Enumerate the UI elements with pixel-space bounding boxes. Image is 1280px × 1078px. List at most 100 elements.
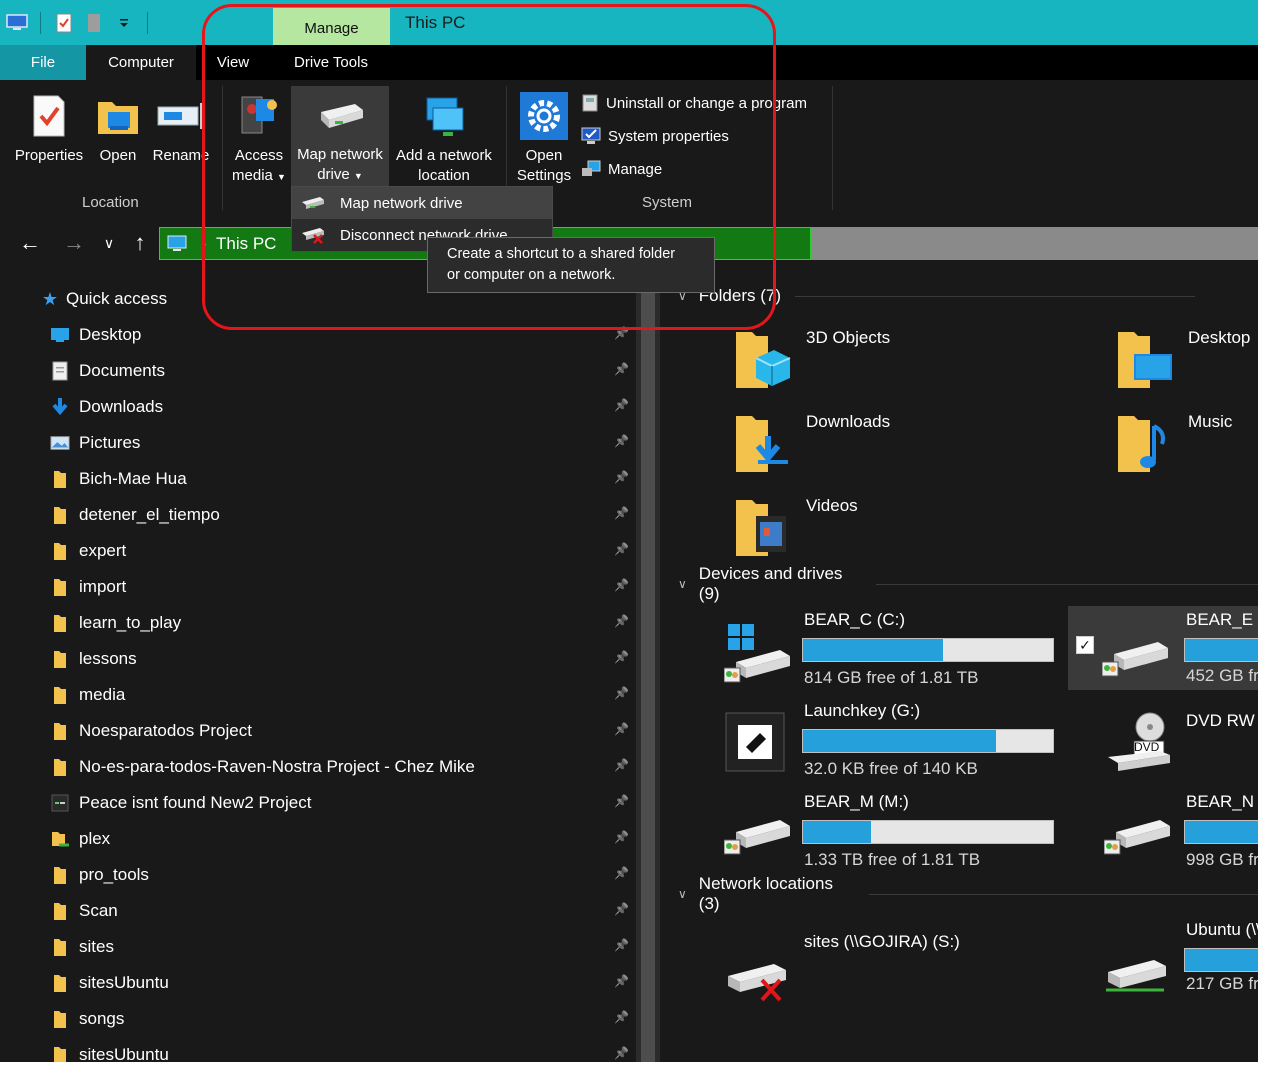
tab-file[interactable]: File xyxy=(0,45,86,80)
drive-bear-n[interactable]: BEAR_N (N 998 GB fr xyxy=(1104,792,1262,876)
drive-launchkey[interactable]: Launchkey (G:) 32.0 KB free of 140 KB xyxy=(724,701,1064,785)
tree-item[interactable]: songs xyxy=(50,1004,124,1034)
tree-item[interactable]: Peace isnt found New2 Project xyxy=(50,788,311,818)
folder-downloads[interactable]: Downloads xyxy=(734,412,890,474)
tree-item[interactable]: No-es-para-todos-Raven-Nostra Project - … xyxy=(50,752,475,782)
manage-context-tab[interactable]: Manage xyxy=(273,8,390,45)
new-folder-qat-icon[interactable] xyxy=(83,12,105,34)
tree-item[interactable]: Scan xyxy=(50,896,118,926)
tree-item[interactable]: pro_tools xyxy=(50,860,149,890)
tab-drive-tools[interactable]: Drive Tools xyxy=(272,45,390,80)
tree-item[interactable]: Documents xyxy=(50,356,165,386)
network-location-icon xyxy=(421,88,467,144)
system-properties-icon xyxy=(581,127,601,144)
section-header-folders[interactable]: ∨ Folders (7) xyxy=(678,282,1195,310)
add-network-location-button[interactable]: Add a network location xyxy=(392,88,496,186)
drive-bear-e[interactable]: ✓ BEAR_E (E 452 GB fre xyxy=(1068,606,1262,690)
tree-item[interactable]: Noesparatodos Project xyxy=(50,716,252,746)
pin-icon[interactable]: 📌 xyxy=(614,830,629,844)
drive-dvd-rw[interactable]: DVD DVD RW xyxy=(1104,701,1262,785)
tree-item[interactable]: learn_to_play xyxy=(50,608,181,638)
drive-bear-m[interactable]: BEAR_M (M:) 1.33 TB free of 1.81 TB xyxy=(724,792,1064,876)
tree-item[interactable]: Downloads xyxy=(50,392,163,422)
pin-icon[interactable]: 📌 xyxy=(614,650,629,664)
folder-3d-objects[interactable]: 3D Objects xyxy=(734,328,890,390)
tree-item[interactable]: sitesUbuntu xyxy=(50,968,169,998)
drive-name: Launchkey (G:) xyxy=(804,701,921,720)
network-drive-ubuntu[interactable]: Ubuntu (\\ 217 GB fre xyxy=(1104,920,1262,1004)
customize-qat-icon[interactable] xyxy=(113,12,135,34)
manage-button[interactable]: Manage xyxy=(580,156,662,182)
tree-item[interactable]: detener_el_tiempo xyxy=(50,500,220,530)
tree-item[interactable]: Pictures xyxy=(50,428,140,458)
rename-button[interactable]: Rename xyxy=(150,88,212,166)
tree-item[interactable]: expert xyxy=(50,536,126,566)
selection-checkbox-icon[interactable]: ✓ xyxy=(1076,636,1094,654)
recent-locations-chevron-icon[interactable]: ∨ xyxy=(100,230,118,256)
pin-icon[interactable]: 📌 xyxy=(614,1010,629,1024)
access-media-button[interactable]: Access media ▼ xyxy=(228,88,290,187)
pin-icon[interactable]: 📌 xyxy=(614,722,629,736)
open-button[interactable]: Open xyxy=(92,88,144,166)
pin-icon[interactable]: 📌 xyxy=(614,686,629,700)
map-network-drive-button[interactable]: Map network drive ▼ xyxy=(291,86,389,186)
pin-icon[interactable]: 📌 xyxy=(614,326,629,340)
pin-icon[interactable]: 📌 xyxy=(614,902,629,916)
tree-item-label: detener_el_tiempo xyxy=(79,505,220,524)
forward-arrow-icon[interactable]: → xyxy=(62,230,86,256)
downloads-folder-icon xyxy=(736,416,788,472)
pin-icon[interactable]: 📌 xyxy=(614,362,629,376)
menu-item-map-network-drive[interactable]: Map network drive xyxy=(292,187,552,219)
access-media-label-1: Access xyxy=(234,147,284,164)
tree-item[interactable]: sites xyxy=(50,932,114,962)
pin-icon[interactable]: 📌 xyxy=(614,542,629,556)
pin-icon[interactable]: 📌 xyxy=(614,1046,629,1060)
pin-icon[interactable]: 📌 xyxy=(614,758,629,772)
section-rule xyxy=(876,583,1262,585)
open-settings-button[interactable]: Open Settings xyxy=(512,88,576,186)
ribbon-tab-bar: File Computer View Drive Tools xyxy=(0,45,1262,80)
tree-item[interactable]: lessons xyxy=(50,644,137,674)
folder-icon xyxy=(50,505,70,525)
pin-icon[interactable]: 📌 xyxy=(614,398,629,412)
tree-item[interactable]: Desktop xyxy=(50,320,141,350)
folder-videos[interactable]: Videos xyxy=(734,496,858,558)
tree-item-label: import xyxy=(79,577,127,596)
pin-icon[interactable]: 📌 xyxy=(614,470,629,484)
section-header-network[interactable]: ∨ Network locations (3) xyxy=(678,874,1262,913)
pin-icon[interactable]: 📌 xyxy=(614,938,629,952)
drive-bear-c[interactable]: BEAR_C (C:) 814 GB free of 1.81 TB xyxy=(724,610,1064,694)
tree-item[interactable]: sitesUbuntu xyxy=(50,1040,169,1062)
tree-item[interactable]: Bich-Mae Hua xyxy=(50,464,187,494)
folder-desktop[interactable]: Desktop xyxy=(1116,328,1250,390)
tree-item[interactable]: media xyxy=(50,680,125,710)
pin-icon[interactable]: 📌 xyxy=(614,434,629,448)
pin-icon[interactable]: 📌 xyxy=(614,614,629,628)
pin-icon[interactable]: 📌 xyxy=(614,794,629,808)
properties-button[interactable]: Properties xyxy=(10,88,88,166)
uninstall-program-button[interactable]: Uninstall or change a program xyxy=(580,90,807,116)
pin-icon[interactable]: 📌 xyxy=(614,506,629,520)
properties-qat-icon[interactable] xyxy=(53,12,75,34)
system-properties-button[interactable]: System properties xyxy=(580,123,729,149)
section-header-devices[interactable]: ∨ Devices and drives (9) xyxy=(678,564,1262,603)
folder-icon xyxy=(50,613,70,633)
pin-icon[interactable]: 📌 xyxy=(614,578,629,592)
menu-item-label: Map network drive xyxy=(340,194,463,212)
up-arrow-icon[interactable]: ↑ xyxy=(128,230,152,256)
navigation-scrollbar[interactable] xyxy=(636,270,660,1062)
back-arrow-icon[interactable]: ← xyxy=(18,230,42,256)
folder-music[interactable]: Music xyxy=(1116,412,1232,474)
tab-view[interactable]: View xyxy=(204,45,262,80)
group-label-location: Location xyxy=(82,194,139,211)
torn-edge xyxy=(0,1062,1280,1078)
tree-item[interactable]: import xyxy=(50,572,126,602)
scrollbar-thumb[interactable] xyxy=(641,282,655,1062)
network-drive-sites[interactable]: sites (\\GOJIRA) (S:) xyxy=(724,932,1064,1016)
pin-icon[interactable]: 📌 xyxy=(614,866,629,880)
search-area[interactable] xyxy=(811,227,1262,260)
tree-item-quick-access[interactable]: ★ Quick access xyxy=(40,284,167,314)
pin-icon[interactable]: 📌 xyxy=(614,974,629,988)
tab-computer[interactable]: Computer xyxy=(86,45,196,80)
tree-item[interactable]: plex xyxy=(50,824,110,854)
